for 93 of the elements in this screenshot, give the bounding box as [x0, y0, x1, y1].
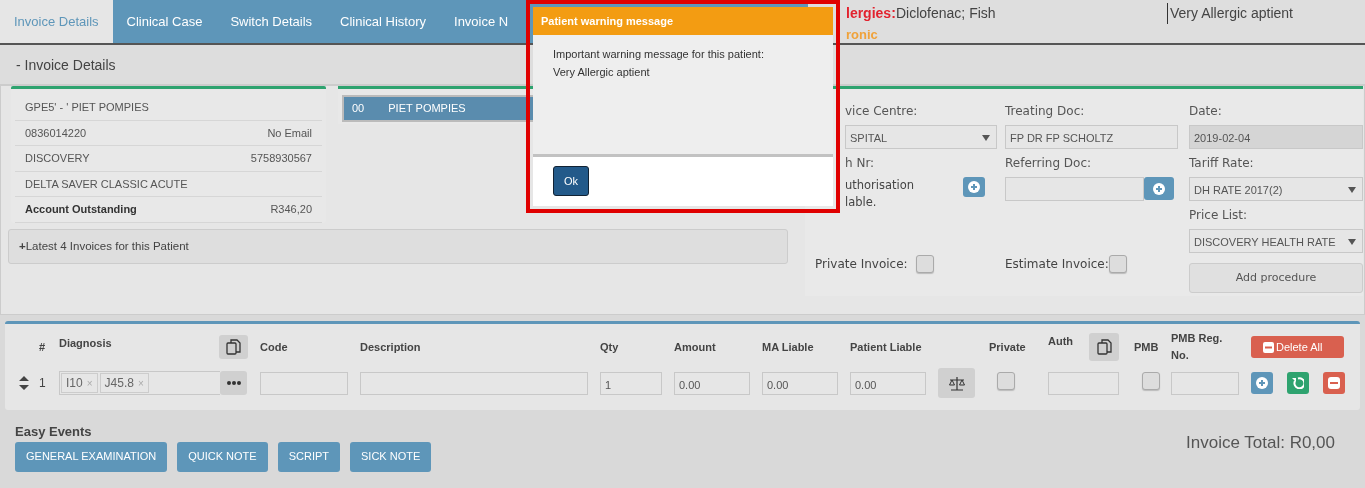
copy-button[interactable] [1089, 333, 1120, 361]
tab[interactable]: Clinical Case [112, 0, 217, 43]
diagnosis-tag[interactable]: J45.8 × [99, 373, 149, 393]
checkbox[interactable] [915, 255, 934, 273]
input-field[interactable] [1005, 177, 1144, 201]
tab[interactable]: Clinical History [326, 0, 441, 43]
event-button[interactable]: SCRIPT [277, 441, 340, 472]
column-header: PMB [1134, 339, 1160, 355]
column-header: MA Liable [762, 339, 815, 355]
allergy-list: Diclofenac; Fish [896, 3, 1167, 24]
chronic-label: ronic [846, 27, 878, 42]
ok-button[interactable]: Ok [553, 166, 589, 196]
invoice-total: Invoice Total: R0,00 [1186, 432, 1336, 454]
checkbox-label: Private Invoice: [815, 256, 908, 273]
diagnosis-field[interactable]: I10 × J45.8 × [59, 371, 220, 395]
info-text: 0836014220 [25, 125, 87, 141]
allergies-label: lergies: [846, 4, 896, 23]
input-field[interactable] [260, 371, 348, 395]
plus-icon [1256, 377, 1268, 389]
remove-button[interactable] [1323, 372, 1345, 394]
checkbox[interactable] [1108, 255, 1127, 273]
input-field[interactable]: FP DR FP SCHOLTZ [1005, 125, 1178, 149]
dialog-message: Very Allergic aptient [553, 65, 651, 80]
copy-icon [225, 338, 242, 356]
allergy-note: Very Allergic aptient [1167, 3, 1293, 24]
field-label: Tariff Rate: [1189, 155, 1255, 172]
column-header: Code [260, 339, 289, 355]
input-field[interactable]: 1 [600, 371, 662, 395]
refresh-icon [1292, 377, 1304, 389]
info-text: DELTA SAVER CLASSIC ACUTE [25, 176, 188, 192]
scale-button[interactable] [938, 368, 975, 398]
minus-icon [1328, 377, 1340, 389]
event-button[interactable]: SICK NOTE [350, 441, 432, 472]
tab[interactable]: Switch Details [216, 0, 327, 43]
select-field[interactable]: DH RATE 2017(2) [1189, 177, 1363, 201]
checkbox[interactable] [1142, 371, 1160, 390]
column-header: # [39, 339, 47, 355]
event-button[interactable]: GENERAL EXAMINATION [15, 441, 168, 472]
info-value: R346,20 [270, 202, 312, 217]
sort-icon[interactable] [19, 376, 29, 390]
refresh-button[interactable] [1287, 372, 1309, 394]
label-text: Account Outstanding [25, 202, 137, 217]
input-field[interactable]: 0.00 [674, 371, 750, 395]
latest-invoices-bar[interactable]: +Latest 4 Invoices for this Patient [8, 228, 788, 264]
input-field[interactable] [1048, 371, 1119, 395]
column-header: Auth [1048, 334, 1074, 349]
column-header: Qty [600, 339, 620, 355]
copy-icon [1095, 338, 1113, 356]
dialog-message: Important warning message for this patient: [553, 47, 765, 62]
field-label: vice Centre: [844, 103, 919, 120]
field-label: Price List: [1189, 207, 1249, 224]
more-button[interactable] [220, 371, 247, 395]
input-field[interactable]: 0.00 [762, 371, 838, 395]
info-text: DISCOVERY [25, 151, 90, 166]
column-header: Private [989, 339, 1027, 355]
add-button[interactable] [963, 177, 985, 197]
plus-icon [1153, 182, 1165, 195]
copy-button[interactable] [219, 335, 248, 359]
minus-icon [1263, 341, 1274, 353]
column-header: Patient Liable [850, 339, 923, 355]
dialog-title: Patient warning message [533, 7, 833, 35]
row-number: 1 [39, 375, 47, 392]
section-title[interactable]: - Invoice Details [16, 57, 116, 73]
field-label: Date: [1189, 103, 1223, 120]
column-header: Amount [674, 339, 717, 355]
info-value: No Email [267, 125, 312, 141]
column-header: PMB Reg. No. [1171, 331, 1224, 363]
checkbox[interactable] [997, 371, 1015, 390]
delete-all-button[interactable]: Delete All [1251, 335, 1344, 359]
add-button[interactable] [1144, 177, 1174, 200]
auth-note: uthorisation lable. [845, 177, 915, 211]
tab[interactable]: Invoice N [440, 0, 523, 43]
field-label: Treating Doc: [1005, 103, 1086, 120]
more-icon [226, 381, 241, 385]
input-field[interactable]: 0.00 [850, 371, 926, 395]
info-text: GPE5' - ' PIET POMPIES [25, 100, 149, 115]
input-field[interactable] [360, 371, 588, 395]
column-header: Diagnosis [59, 336, 112, 351]
add-button[interactable] [1251, 372, 1273, 394]
select-field[interactable]: DISCOVERY HEALTH RATE [1189, 229, 1363, 253]
column-header: Description [360, 339, 422, 355]
plus-icon [968, 181, 980, 193]
select-field[interactable]: SPITAL [845, 125, 997, 149]
field-label: Referring Doc: [1005, 155, 1093, 172]
event-button[interactable]: QUICK NOTE [177, 441, 268, 472]
scale-icon [947, 375, 966, 391]
info-value: 5758930567 [250, 151, 312, 166]
easy-events-title: Easy Events [15, 423, 93, 441]
diagnosis-tag[interactable]: I10 × [61, 373, 98, 393]
checkbox-label: Estimate Invoice: [1005, 256, 1109, 273]
input-field[interactable] [1171, 371, 1239, 395]
add-procedure-button[interactable]: Add procedure [1189, 263, 1363, 293]
field-label: h Nr: [844, 155, 876, 172]
